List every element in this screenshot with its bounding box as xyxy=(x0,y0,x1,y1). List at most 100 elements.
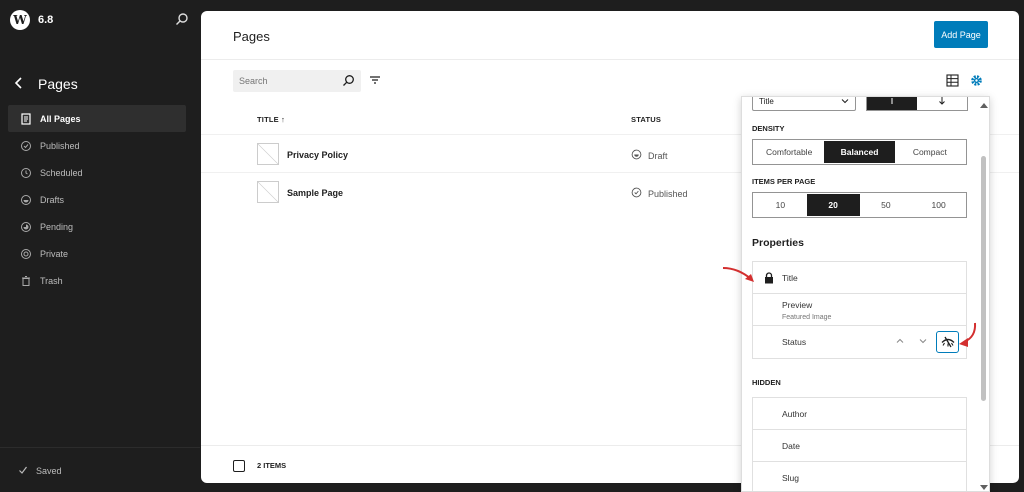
popover-scrollbar[interactable] xyxy=(980,101,988,491)
table-row-title[interactable]: Sample Page xyxy=(287,188,343,198)
property-row-preview: Preview Featured Image xyxy=(753,294,966,326)
select-all-checkbox[interactable] xyxy=(233,460,245,472)
eye-hidden-icon xyxy=(941,336,954,348)
trash-icon xyxy=(20,275,32,287)
drafts-icon xyxy=(631,149,642,162)
annotation-arrow xyxy=(959,322,977,347)
sort-field-select[interactable]: Title xyxy=(752,97,856,111)
table-row-status: Published xyxy=(631,187,688,200)
column-header-status[interactable]: STATUS xyxy=(631,115,661,124)
items-per-page-50[interactable]: 50 xyxy=(860,194,913,216)
pages-icon xyxy=(20,112,32,125)
chevron-down-icon[interactable] xyxy=(918,336,928,346)
back-chevron-icon[interactable] xyxy=(12,76,26,90)
search-placeholder: Search xyxy=(239,76,268,86)
chevron-up-icon[interactable] xyxy=(895,336,905,346)
arrow-up-icon xyxy=(891,98,893,104)
hidden-property-row[interactable]: Author xyxy=(753,398,966,430)
sidebar-item-pending[interactable]: Pending xyxy=(8,213,186,240)
wp-version: 6.8 xyxy=(38,14,54,26)
sidebar-item-label: Private xyxy=(40,248,69,259)
status-label: Published xyxy=(648,188,688,199)
drafts-icon xyxy=(20,194,32,206)
check-icon xyxy=(18,465,28,477)
scheduled-icon xyxy=(20,167,32,179)
hidden-label: HIDDEN xyxy=(752,378,781,387)
filter-icon[interactable] xyxy=(369,74,381,86)
saved-label: Saved xyxy=(36,466,62,476)
add-page-button[interactable]: Add Page xyxy=(934,21,988,48)
sidebar-item-label: Pending xyxy=(40,221,74,232)
density-label: DENSITY xyxy=(752,124,785,133)
column-header-title[interactable]: TITLE ↑ xyxy=(257,115,285,124)
sidebar-item-label: Scheduled xyxy=(40,167,83,178)
scroll-up-arrow[interactable] xyxy=(980,103,988,108)
sort-descending-option[interactable] xyxy=(917,97,967,110)
property-label: Title xyxy=(782,273,798,283)
annotation-arrow xyxy=(722,267,754,282)
density-toggle[interactable]: Comfortable Balanced Compact xyxy=(752,139,967,165)
lock-icon xyxy=(765,272,773,284)
header-divider xyxy=(201,59,1019,60)
chevron-down-icon xyxy=(841,99,849,104)
table-layout-icon[interactable] xyxy=(946,74,959,87)
item-count: 2 ITEMS xyxy=(257,461,287,470)
search-icon[interactable] xyxy=(175,12,189,26)
scroll-thumb[interactable] xyxy=(981,156,986,401)
sidebar-divider xyxy=(0,447,200,448)
private-icon xyxy=(20,248,32,260)
view-options-popover: Title DENSITY Comfortable Balanced Compa… xyxy=(741,96,990,492)
scroll-down-arrow[interactable] xyxy=(980,485,988,490)
property-label: Author xyxy=(782,409,808,419)
visible-properties-list: Title Preview Featured Image Status xyxy=(752,261,967,359)
property-sublabel: Featured Image xyxy=(782,314,832,321)
pending-icon xyxy=(20,221,32,233)
items-per-page-10[interactable]: 10 xyxy=(754,194,807,216)
search-icon xyxy=(343,75,354,86)
sidebar-title: Pages xyxy=(38,76,78,92)
sidebar-item-label: All Pages xyxy=(40,113,81,124)
saved-status: Saved xyxy=(18,465,62,477)
hidden-properties-list: Author Date Slug xyxy=(752,397,967,491)
arrow-down-icon xyxy=(939,97,945,105)
sidebar-item-drafts[interactable]: Drafts xyxy=(8,186,186,213)
search-input[interactable]: Search xyxy=(233,70,361,92)
sidebar-item-scheduled[interactable]: Scheduled xyxy=(8,159,186,186)
sort-order-toggle[interactable] xyxy=(866,97,968,111)
sidebar-item-all-pages[interactable]: All Pages xyxy=(8,105,186,132)
items-per-page-label: ITEMS PER PAGE xyxy=(752,177,816,186)
sidebar-item-private[interactable]: Private xyxy=(8,240,186,267)
property-label: Slug xyxy=(782,473,800,483)
published-icon xyxy=(20,140,32,152)
property-label: Status xyxy=(782,337,807,347)
items-per-page-20[interactable]: 20 xyxy=(806,194,860,216)
published-icon xyxy=(631,187,642,200)
page-thumbnail xyxy=(257,181,279,203)
items-per-page-toggle[interactable]: 10 20 50 100 xyxy=(752,192,967,218)
page-title: Pages xyxy=(233,29,270,44)
wordpress-logo-icon[interactable]: W xyxy=(10,10,30,30)
sidebar-item-trash[interactable]: Trash xyxy=(8,267,186,294)
sidebar-item-label: Trash xyxy=(40,275,63,286)
property-label: Preview xyxy=(782,300,813,310)
sort-ascending-option[interactable] xyxy=(867,97,917,110)
table-row-status: Draft xyxy=(631,149,668,162)
hidden-property-row[interactable]: Slug xyxy=(753,462,966,491)
property-row-status: Status xyxy=(753,326,966,358)
property-row-title: Title xyxy=(753,262,966,294)
page-thumbnail xyxy=(257,143,279,165)
sidebar-item-label: Published xyxy=(40,140,80,151)
sidebar-nav: All Pages Published Scheduled Drafts Pen… xyxy=(8,105,186,294)
sort-field-value: Title xyxy=(759,97,774,106)
sidebar-item-published[interactable]: Published xyxy=(8,132,186,159)
table-row-title[interactable]: Privacy Policy xyxy=(287,150,348,160)
gear-icon[interactable] xyxy=(970,74,983,87)
density-option-compact[interactable]: Compact xyxy=(895,141,965,163)
items-per-page-100[interactable]: 100 xyxy=(912,194,965,216)
density-option-comfortable[interactable]: Comfortable xyxy=(754,141,824,163)
sidebar: W 6.8 Pages All Pages Published Schedule… xyxy=(0,0,200,492)
properties-heading: Properties xyxy=(752,237,804,249)
hidden-property-row[interactable]: Date xyxy=(753,430,966,462)
property-label: Date xyxy=(782,441,800,451)
density-option-balanced[interactable]: Balanced xyxy=(824,141,895,163)
